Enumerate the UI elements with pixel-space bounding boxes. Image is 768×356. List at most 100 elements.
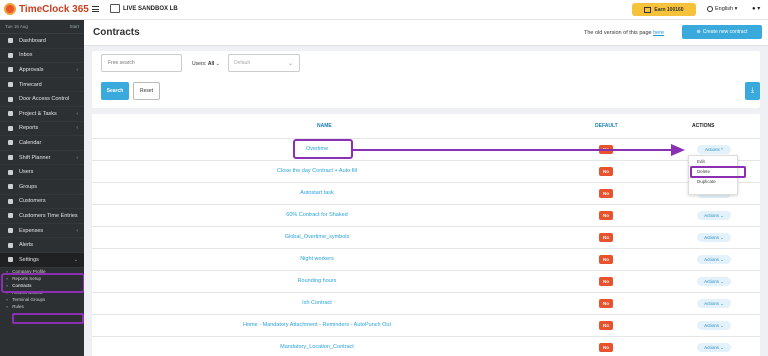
old-version-notice: The old version of this page here [584, 30, 664, 36]
sidebar-item-alerts[interactable]: Alerts [0, 238, 84, 253]
chevron-left-icon: ‹ [76, 66, 78, 73]
sidebar-item-groups[interactable]: Groups [0, 180, 84, 195]
sidebar-item-approvals[interactable]: Approvals ‹ [0, 63, 84, 78]
sidebar-item-timecard[interactable]: Timecard [0, 78, 84, 93]
actions-button[interactable]: Actions ⌄ [697, 255, 731, 264]
sidebar-item-shift-planner[interactable]: Shift Planner ‹ [0, 151, 84, 166]
sidebar-item-users[interactable]: Users [0, 165, 84, 180]
contract-name-link[interactable]: Rounding hours [92, 278, 542, 284]
sidebar-item-expenses[interactable]: Expenses ‹ [0, 224, 84, 239]
default-badge: No [599, 299, 613, 308]
bullet-icon: » [6, 296, 9, 302]
user-menu[interactable]: ● ▾ [752, 5, 760, 12]
plus-icon: ⊕ [696, 29, 701, 35]
search-button[interactable]: Search [101, 82, 129, 100]
sidebar-item-inbox[interactable]: Inbox [0, 49, 84, 64]
actions-button[interactable]: Actions ^ [697, 145, 731, 154]
sidebar-date: Tue 16 Aug [5, 24, 28, 29]
language-selector[interactable]: English ▾ [707, 6, 737, 12]
sidebar-subitem-rules[interactable]: » Rules [0, 303, 84, 310]
bell-icon [8, 242, 13, 248]
sidebar-item-door-access[interactable]: Door Access Control [0, 92, 84, 107]
table-row: Autostart task No Actions ⌄ [92, 182, 760, 204]
calendar-icon [8, 140, 13, 146]
delete-highlight [690, 166, 746, 178]
users-filter[interactable]: Users: All ⌄ [192, 61, 220, 67]
default-badge: No [599, 343, 613, 352]
sidebar-item-customers[interactable]: Customers [0, 195, 84, 210]
chevron-down-icon: ⌄ [215, 61, 220, 67]
contract-name-link[interactable]: Autostart task [92, 190, 542, 196]
sidebar-item-settings[interactable]: Settings ⌄ [0, 252, 84, 268]
sidebar-start[interactable]: Start [69, 24, 79, 29]
chevron-left-icon: ‹ [76, 154, 78, 161]
user-caret: ▾ [757, 6, 761, 12]
page-header: Contracts The old version of this page h… [84, 20, 768, 46]
sidebar-item-label: Customers Time Entries [19, 212, 78, 219]
sidebar-item-label: Reports [19, 125, 39, 132]
bullet-icon: » [6, 303, 9, 309]
contract-name-link[interactable]: Home - Mandatory Attachment - Reminders … [92, 322, 542, 328]
contract-name-link[interactable]: Night workers [92, 256, 542, 262]
sidebar-subitem-terminal-groups[interactable]: » Terminal Groups [0, 296, 84, 303]
table-row: Ish Contract No Actions ⌄ [92, 292, 760, 314]
contracts-highlight [12, 313, 84, 324]
inbox-icon [8, 52, 13, 58]
reset-button[interactable]: Reset [133, 82, 160, 100]
top-bar: TimeClock 365 LIVE SANDBOX LB Earn 10016… [0, 0, 768, 20]
table-row: Global_Overtime_symbols No Actions ⌄ [92, 226, 760, 248]
users-filter-label: Users: [192, 61, 207, 67]
sidebar-item-label: Expenses [19, 227, 44, 234]
old-version-link[interactable]: here [653, 30, 664, 36]
contract-name-link[interactable]: Mandatory_Location_Contract [92, 344, 542, 350]
sidebar-item-label: Calendar [19, 139, 42, 146]
contract-name-link[interactable]: 60% Contract for Shaked [92, 212, 542, 218]
actions-button[interactable]: Actions ⌄ [697, 233, 731, 242]
default-badge: No [599, 233, 613, 242]
chevron-down-icon: ⌄ [287, 60, 293, 67]
create-contract-button[interactable]: ⊕ Create new contract [682, 25, 762, 39]
contract-name-link[interactable]: Global_Overtime_symbols [92, 234, 542, 240]
sidebar: Tue 16 Aug Start Dashboard Inbox Approva… [0, 20, 84, 356]
menu-toggle-icon[interactable] [92, 6, 99, 12]
sidebar-item-customers-time[interactable]: Customers Time Entries [0, 209, 84, 224]
annotation-arrow-line [353, 149, 673, 151]
sidebar-item-projects[interactable]: Project & Tasks ‹ [0, 107, 84, 122]
column-header-name[interactable]: NAME [317, 123, 332, 129]
default-filter-select[interactable]: Default ⌄ [228, 54, 300, 72]
sidebar-item-reports[interactable]: Reports ‹ [0, 122, 84, 137]
actions-button[interactable]: Actions ⌄ [697, 321, 731, 330]
actions-button[interactable]: Actions ⌄ [697, 299, 731, 308]
chevron-down-icon: ⌄ [73, 256, 78, 263]
chevron-left-icon: ‹ [76, 125, 78, 132]
sidebar-item-label: Groups [19, 183, 38, 190]
main-content: Contracts The old version of this page h… [84, 20, 768, 356]
download-icon: ⤓ [750, 87, 755, 94]
default-badge: No [599, 189, 613, 198]
default-badge: No [599, 321, 613, 330]
actions-button[interactable]: Actions ⌄ [697, 343, 731, 352]
chevron-left-icon: ‹ [76, 110, 78, 117]
actions-button[interactable]: Actions ⌄ [697, 277, 731, 286]
create-contract-label: Create new contract [702, 29, 748, 35]
earn-button[interactable]: Earn 100160 [632, 3, 696, 16]
logo[interactable]: TimeClock 365 [4, 3, 89, 15]
sidebar-item-dashboard[interactable]: Dashboard [0, 34, 84, 49]
table-row: Night workers No Actions ⌄ [92, 248, 760, 270]
actions-button[interactable]: Actions ⌄ [697, 211, 731, 220]
sidebar-item-calendar[interactable]: Calendar [0, 136, 84, 151]
search-input[interactable] [101, 54, 182, 72]
sidebar-item-label: Users [19, 169, 34, 176]
logo-clock-icon [4, 3, 16, 15]
export-button[interactable]: ⤓ [745, 82, 760, 100]
earn-label: Earn 100160 [654, 6, 684, 13]
page-title: Contracts [93, 27, 140, 38]
user-icon: ● [752, 6, 756, 12]
sidebar-item-label: Inbox [19, 52, 33, 59]
table-row: Mandatory_Location_Contract No Actions ⌄ [92, 336, 760, 356]
contract-name-link[interactable]: Ish Contract [92, 300, 542, 306]
column-header-default[interactable]: DEFAULT [595, 123, 618, 129]
sidebar-item-label: Customers [19, 198, 46, 205]
menu-item-edit[interactable]: Edit [689, 156, 737, 166]
contract-name-link[interactable]: Close the day Contract + Auto fill [92, 168, 542, 174]
